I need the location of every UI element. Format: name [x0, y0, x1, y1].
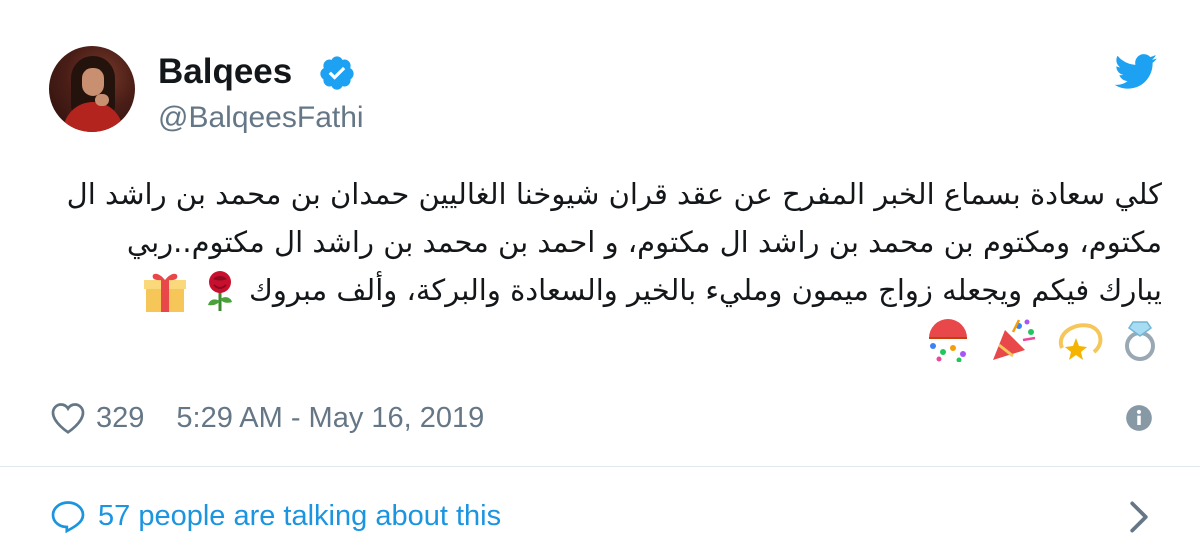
party-popper-emoji [992, 319, 1035, 360]
tweet-text-line-2: مكتوم، ومكتوم بن محمد بن راشد ال مكتوم، … [126, 225, 1162, 259]
tweet-meta-row: 329 5:29 AM - May 16, 2019 [50, 398, 484, 438]
tweet-text: كلي سعادة بسماع الخبر المفرح عن عقد قران… [50, 170, 1162, 362]
author-name[interactable]: Balqees [158, 52, 292, 92]
avatar[interactable] [49, 46, 135, 132]
author-handle[interactable]: @BalqeesFathi [158, 100, 364, 136]
heart-icon[interactable] [50, 401, 86, 435]
divider [0, 466, 1200, 467]
tweet-text-line-4 [50, 314, 1162, 362]
rose-emoji [207, 271, 232, 311]
speech-bubble-icon [51, 501, 85, 533]
timestamp[interactable]: 5:29 AM - May 16, 2019 [176, 402, 484, 435]
tweet-text-line-3-text: يبارك فيكم ويجعله زواج ميمون ومليء بالخي… [248, 273, 1162, 307]
info-icon[interactable] [1125, 404, 1153, 432]
tweet-text-line-3: يبارك فيكم ويجعله زواج ميمون ومليء بالخي… [50, 266, 1162, 314]
like-count[interactable]: 329 [96, 402, 144, 435]
talking-about-text[interactable]: 57 people are talking about this [98, 500, 501, 533]
dizzy-star-emoji [1058, 323, 1103, 360]
verified-badge-icon [320, 56, 354, 90]
confetti-ball-emoji [929, 319, 968, 362]
tweet-text-line-1: كلي سعادة بسماع الخبر المفرح عن عقد قران… [66, 177, 1162, 211]
ring-emoji [1125, 321, 1155, 361]
chevron-right-icon[interactable] [1128, 500, 1150, 534]
twitter-bird-icon[interactable] [1114, 54, 1158, 90]
tweet-embed-card: Balqees @BalqeesFathi كلي سعادة بسماع ال… [0, 0, 1200, 556]
gift-emoji [143, 273, 186, 312]
conversation-link[interactable]: 57 people are talking about this [50, 496, 501, 536]
